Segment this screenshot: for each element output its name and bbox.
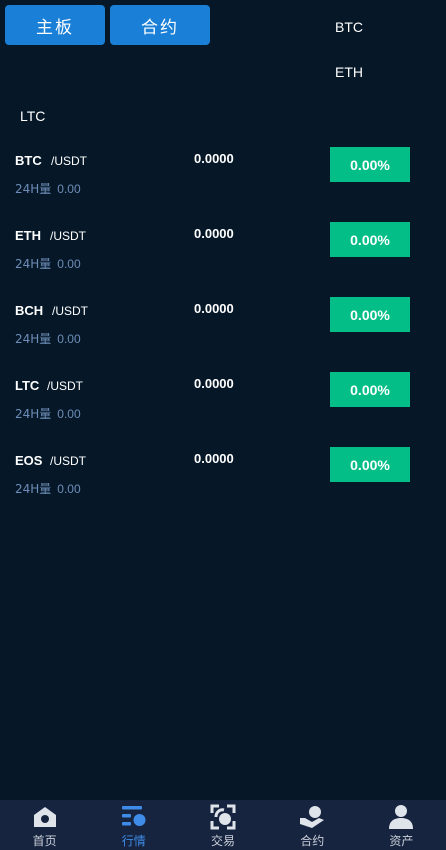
- nav-item-market[interactable]: 行情: [89, 800, 178, 850]
- market-row[interactable]: EOS /USDT 24H量 0.00 0.0000 0.00%: [0, 447, 446, 528]
- volume-label: 24H量: [15, 407, 52, 421]
- market-pair: /USDT: [51, 154, 87, 168]
- coin-label-eth[interactable]: ETH: [335, 64, 363, 80]
- market-symbol: EOS: [15, 453, 43, 468]
- market-pair: /USDT: [50, 229, 86, 243]
- nav-label: 首页: [32, 834, 57, 848]
- market-price: 0.0000: [194, 376, 234, 391]
- volume-value: 0.00: [57, 257, 81, 271]
- change-badge: 0.00%: [330, 297, 410, 332]
- tab-main-board[interactable]: 主板: [5, 5, 105, 45]
- market-symbol: LTC: [15, 378, 40, 393]
- nav-item-assets[interactable]: 资产: [357, 800, 446, 850]
- volume-label: 24H量: [15, 332, 52, 346]
- volume-value: 0.00: [57, 482, 81, 496]
- bottom-nav: 首页 行情 交易 合约 资产: [0, 800, 446, 850]
- market-row[interactable]: ETH /USDT 24H量 0.00 0.0000 0.00%: [0, 222, 446, 303]
- market-price: 0.0000: [194, 451, 234, 466]
- market-symbol: BTC: [15, 153, 42, 168]
- market-pair: /USDT: [50, 454, 86, 468]
- market-price: 0.0000: [194, 301, 234, 316]
- market-price: 0.0000: [194, 226, 234, 241]
- home-icon: [33, 807, 56, 827]
- nav-label: 交易: [211, 834, 236, 848]
- coin-label-ltc[interactable]: LTC: [20, 108, 45, 124]
- nav-item-home[interactable]: 首页: [0, 800, 89, 850]
- nav-item-trade[interactable]: 交易: [178, 800, 267, 850]
- market-pair: /USDT: [52, 304, 88, 318]
- market-row[interactable]: BTC /USDT 24H量 0.00 0.0000 0.00%: [0, 147, 446, 228]
- assets-icon: [389, 805, 414, 829]
- volume-value: 0.00: [57, 182, 81, 196]
- change-badge: 0.00%: [330, 147, 410, 182]
- market-symbol: BCH: [15, 303, 44, 318]
- change-badge: 0.00%: [330, 372, 410, 407]
- nav-label: 资产: [389, 834, 414, 848]
- market-volume: 24H量 0.00: [15, 480, 81, 497]
- market-volume: 24H量 0.00: [15, 255, 81, 272]
- volume-label: 24H量: [15, 257, 52, 271]
- trade-icon: [210, 804, 236, 830]
- volume-label: 24H量: [15, 482, 52, 496]
- coin-label-btc[interactable]: BTC: [335, 19, 363, 35]
- market-volume: 24H量 0.00: [15, 180, 81, 197]
- volume-value: 0.00: [57, 407, 81, 421]
- market-pair: /USDT: [47, 379, 83, 393]
- market-volume: 24H量 0.00: [15, 405, 81, 422]
- market-symbol: ETH: [15, 228, 41, 243]
- nav-label: 行情: [121, 834, 146, 848]
- change-badge: 0.00%: [330, 447, 410, 482]
- market-volume: 24H量 0.00: [15, 330, 81, 347]
- market-row[interactable]: BCH /USDT 24H量 0.00 0.0000 0.00%: [0, 297, 446, 378]
- contract-icon: [300, 806, 325, 828]
- nav-item-contract[interactable]: 合约: [268, 800, 357, 850]
- market-icon: [121, 806, 146, 826]
- volume-value: 0.00: [57, 332, 81, 346]
- change-badge: 0.00%: [330, 222, 410, 257]
- volume-label: 24H量: [15, 182, 52, 196]
- market-price: 0.0000: [194, 151, 234, 166]
- market-row[interactable]: LTC /USDT 24H量 0.00 0.0000 0.00%: [0, 372, 446, 453]
- nav-label: 合约: [300, 834, 325, 848]
- tab-contract[interactable]: 合约: [110, 5, 210, 45]
